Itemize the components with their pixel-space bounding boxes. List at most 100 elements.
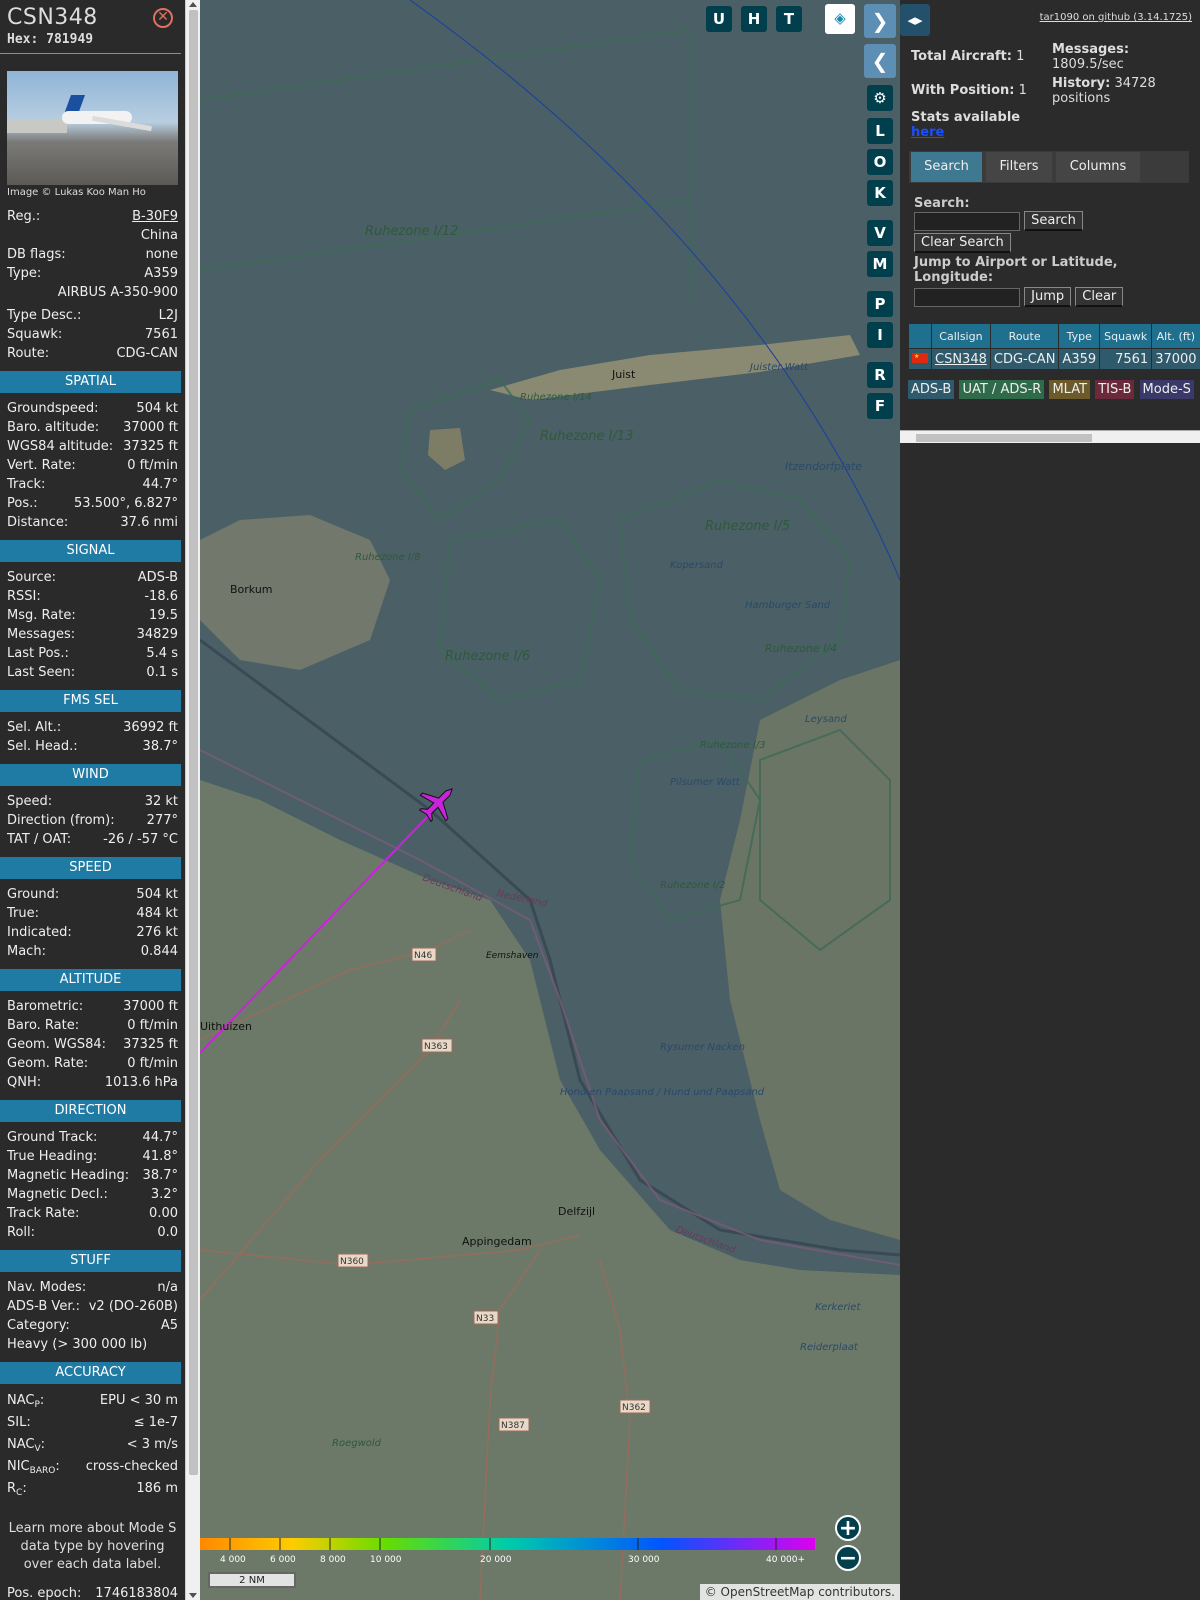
section-header-wind: WIND [0, 764, 181, 786]
signal-label: Msg. Rate: [7, 608, 76, 623]
detail-value: 7561 [144, 327, 178, 342]
map-button-u[interactable]: U [706, 6, 732, 32]
info-header: CSN348 Hex: 781949 ✕ [0, 0, 181, 54]
map-view[interactable]: Ruhezone I/12 Ruhezone I/13 Ruhezone I/5… [200, 0, 900, 1600]
map-button-k[interactable]: K [867, 180, 893, 206]
github-link[interactable]: tar1090 on github (3.14.1725) [1040, 12, 1192, 23]
signal-value: 34829 [136, 627, 178, 642]
jump-input[interactable] [914, 287, 1020, 307]
cell-type: A359 [1059, 349, 1100, 369]
island-memmert [428, 428, 465, 470]
zone-line-1 [200, 29, 691, 101]
detail-label: DB flags: [7, 247, 66, 262]
jump-button[interactable]: Jump [1024, 287, 1072, 307]
osm-credit[interactable]: © OpenStreetMap contributors. [699, 1584, 900, 1600]
altitude-scale-label: 6 000 [270, 1555, 296, 1565]
table-horizontal-scrollbar[interactable] [900, 430, 1200, 443]
detail-row: China [0, 226, 185, 245]
horizontal-scroll-thumb[interactable] [916, 434, 1092, 442]
altitude-color-scale [200, 1538, 815, 1550]
map-label: Appingedam [462, 1235, 532, 1248]
altitude-value: 1013.6 hPa [104, 1075, 178, 1090]
map-button-t[interactable]: T [776, 6, 802, 32]
stuff-row: Nav. Modes: n/a [0, 1278, 185, 1297]
wind-rows: Speed: 32 kt Direction (from): 277° TAT / OA… [0, 792, 185, 849]
expand-left-icon[interactable]: ❮ [864, 44, 896, 78]
legend-tisb: TIS-B [1095, 380, 1135, 399]
nic-value: cross-checked [85, 1459, 178, 1474]
fms-rows: Sel. Alt.: 36992 ft Sel. Head.: 38.7° [0, 718, 185, 756]
map-button-r[interactable]: R [867, 362, 893, 388]
spatial-value: 44.7° [142, 477, 178, 492]
fms-row: Sel. Alt.: 36992 ft [0, 718, 185, 737]
spatial-label: Distance: [7, 515, 69, 530]
nacp-label: NACP: [7, 1393, 45, 1410]
map-label: Ruhezone I/13 [540, 429, 633, 444]
infoblock-scrollbar[interactable] [185, 0, 200, 1600]
map-button-p[interactable]: P [867, 291, 893, 317]
wind-value: 32 kt [144, 794, 178, 809]
section-header-spatial: SPATIAL [0, 371, 181, 393]
tab-columns[interactable]: Columns [1056, 152, 1140, 182]
legend-modes: Mode-S [1139, 380, 1194, 399]
column-header-flag[interactable] [909, 324, 931, 348]
search-input[interactable] [914, 211, 1020, 231]
map-button-m[interactable]: M [867, 251, 893, 277]
detail-label: Type: [7, 266, 42, 281]
cell-callsign[interactable]: CSN348 [932, 349, 990, 369]
map-button-f[interactable]: F [867, 393, 893, 419]
table-row[interactable]: ★ CSN348 CDG-CAN A359 7561 37000 [909, 349, 1200, 369]
aircraft-photo[interactable] [7, 71, 178, 185]
layers-icon[interactable]: ◈ [825, 4, 855, 34]
search-form: Search: Search Clear Search Jump to Airp… [914, 196, 1194, 307]
search-button[interactable]: Search [1024, 211, 1083, 231]
speed-value: 484 kt [136, 906, 178, 921]
map-button-i[interactable]: I [867, 322, 893, 348]
cell-squawk: 7561 [1100, 349, 1152, 369]
toggle-width-icon[interactable]: ◂▸ [900, 4, 930, 36]
map-button-v[interactable]: V [867, 220, 893, 246]
stats-link[interactable]: here [911, 125, 944, 140]
gear-icon[interactable]: ⚙ [867, 85, 893, 111]
map-button-h[interactable]: H [741, 6, 767, 32]
column-header-altitude[interactable]: Alt. (ft) [1152, 324, 1200, 348]
map-label: Kerkeriet [815, 1302, 861, 1313]
detail-value: China [140, 228, 178, 243]
tab-search[interactable]: Search [911, 152, 982, 182]
map-button-o[interactable]: O [867, 149, 893, 175]
column-header-route[interactable]: Route [990, 324, 1059, 348]
clear-button[interactable]: Clear [1075, 287, 1124, 307]
registration-link[interactable]: B-30F9 [132, 207, 178, 226]
clear-search-button[interactable]: Clear Search [914, 233, 1011, 253]
tab-filters[interactable]: Filters [986, 152, 1052, 182]
speed-value: 276 kt [136, 925, 178, 940]
collapse-right-icon[interactable]: ❯ [864, 4, 896, 38]
history-stat: History: 34728 positions [1052, 76, 1156, 106]
column-header-type[interactable]: Type [1059, 324, 1100, 348]
direction-value: 3.2° [150, 1187, 178, 1202]
altitude-value: 0 ft/min [127, 1056, 178, 1071]
zoom-out-icon[interactable]: − [835, 1545, 861, 1571]
detail-value: none [145, 247, 178, 262]
direction-value: 38.7° [142, 1168, 178, 1183]
scrollbar-thumb[interactable] [189, 10, 198, 1475]
tab-bar: Search Filters Columns [908, 150, 1190, 184]
column-header-callsign[interactable]: Callsign [932, 324, 990, 348]
signal-label: Last Seen: [7, 665, 76, 680]
column-header-squawk[interactable]: Squawk [1100, 324, 1152, 348]
direction-value: 41.8° [142, 1149, 178, 1164]
speed-row: True: 484 kt [0, 904, 185, 923]
with-position: With Position: 1 [911, 83, 1027, 98]
scroll-down-icon[interactable] [189, 1593, 197, 1598]
map-label: Kopersand [670, 560, 724, 571]
map-button-l[interactable]: L [867, 118, 893, 144]
map-label: Ruhezone I/2 [660, 880, 726, 891]
fms-label: Sel. Head.: [7, 739, 78, 754]
close-icon[interactable]: ✕ [153, 8, 173, 28]
zoom-in-icon[interactable]: + [835, 1515, 861, 1541]
scroll-up-icon[interactable] [189, 2, 197, 7]
map-label: Juister Watt [748, 362, 809, 373]
detail-row: DB flags: none [0, 245, 185, 264]
map-label: Rysumer Nacken [660, 1042, 745, 1053]
stuff-row: ADS-B Ver.: v2 (DO-260B) [0, 1297, 185, 1316]
